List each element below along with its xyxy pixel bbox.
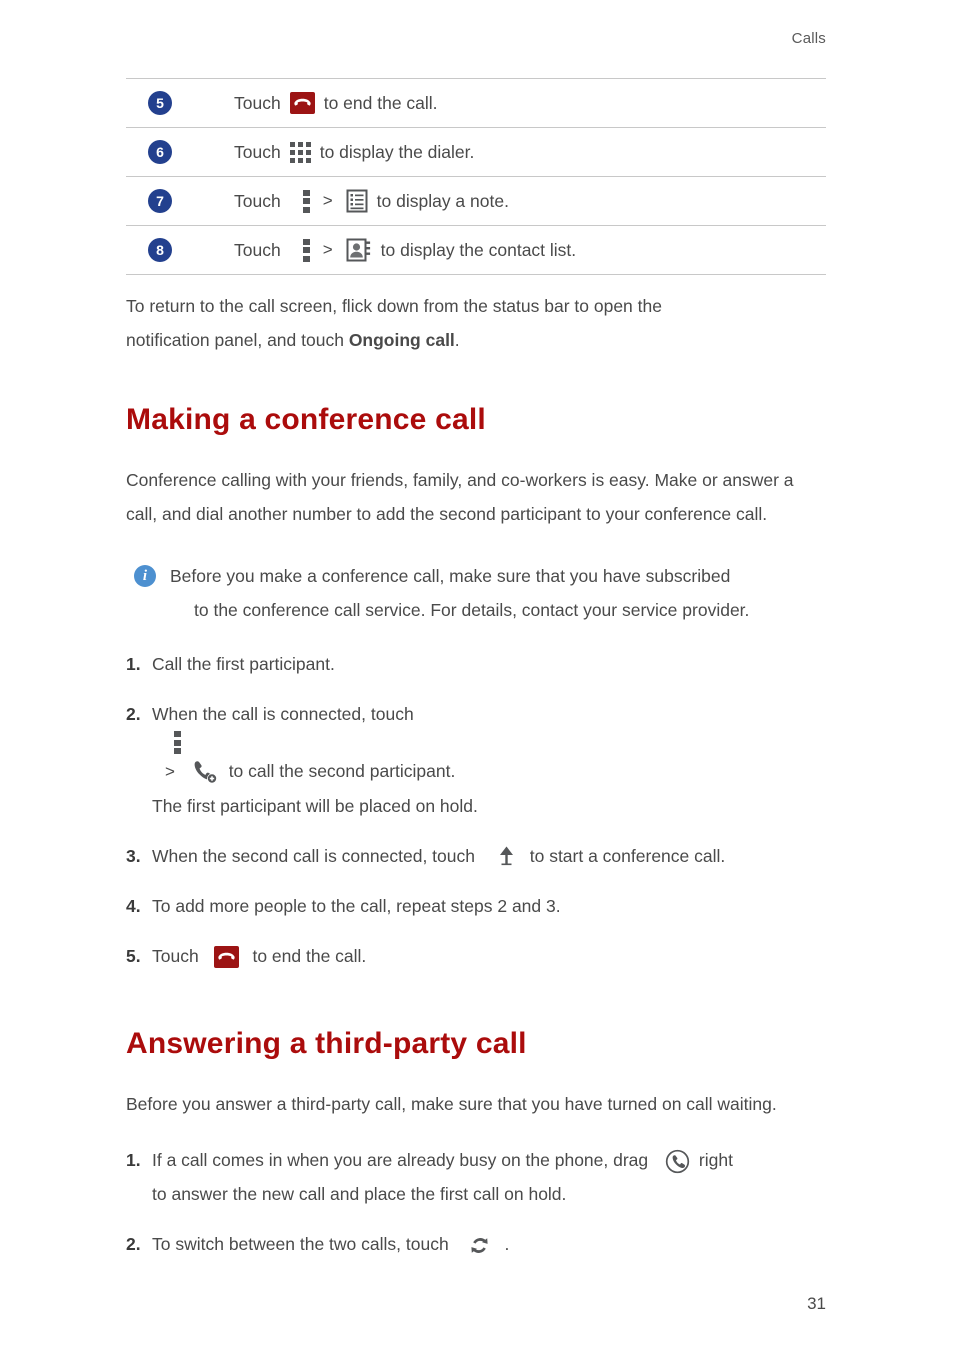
- step-badge: 8: [148, 238, 172, 262]
- step-body: To add more people to the call, repeat s…: [152, 896, 561, 916]
- touch-label: Touch: [234, 190, 281, 211]
- step-separator: >: [322, 191, 333, 210]
- step-text-after: to display the contact list.: [380, 239, 577, 260]
- page-header-section: Calls: [791, 30, 826, 47]
- note-icon: [346, 189, 368, 213]
- step-marker: 4.: [126, 896, 141, 916]
- step-body: Touch to end the call.: [152, 939, 826, 973]
- step-text-before: Touch: [152, 946, 199, 966]
- step-text-before: When the call is connected, touch: [152, 704, 414, 724]
- list-item: 1. Call the first participant.: [126, 647, 826, 681]
- step-separator: >: [165, 762, 175, 781]
- step-badge: 5: [148, 91, 172, 115]
- numbered-steps-table: 5 Touch to end the call. 6 Touch to disp…: [126, 78, 826, 275]
- step-text-cell: Touch >: [234, 177, 826, 226]
- step-marker: 1.: [126, 1150, 141, 1170]
- end-call-icon: [213, 946, 239, 969]
- list-item: 1. If a call comes in when you are alrea…: [126, 1143, 826, 1211]
- step-text-before: When the second call is connected, touch: [152, 846, 475, 866]
- answer-call-icon: [665, 1149, 690, 1174]
- step-badge: 6: [148, 140, 172, 164]
- info-note-line-1: Before you make a conference call, make …: [170, 566, 731, 586]
- step-badge: 7: [148, 189, 172, 213]
- step-body: If a call comes in when you are already …: [152, 1143, 826, 1211]
- step-text-cell: Touch to display the dialer.: [234, 128, 826, 177]
- step-separator: >: [322, 240, 333, 259]
- list-item: 3. When the second call is connected, to…: [126, 839, 826, 873]
- step-line-2: to answer the new call and place the fir…: [152, 1184, 567, 1204]
- info-icon: i: [134, 565, 156, 587]
- step-marker: 2.: [126, 704, 141, 724]
- conference-paragraph: Conference calling with your friends, fa…: [126, 470, 794, 524]
- list-item: 2. To switch between the two calls, touc…: [126, 1227, 826, 1261]
- table-row: 5 Touch to end the call.: [126, 78, 826, 128]
- step-text-before: If a call comes in when you are already …: [152, 1150, 649, 1170]
- table-row: 6 Touch to display the dialer.: [126, 128, 826, 177]
- document-page: Calls 5 Touch to end the call. 6 Touch t…: [0, 0, 954, 1352]
- step-text-after: to start a conference call.: [529, 846, 726, 866]
- step-text-after: to call the second participant.: [228, 761, 456, 781]
- step-text-after: right: [698, 1150, 733, 1170]
- page-number: 31: [807, 1294, 826, 1313]
- third-party-paragraph: Before you answer a third-party call, ma…: [126, 1094, 777, 1114]
- step-number-cell: 7: [126, 177, 234, 226]
- page-content: 5 Touch to end the call. 6 Touch to disp…: [126, 78, 826, 1277]
- section-heading-conference: Making a conference call: [126, 403, 486, 436]
- table-row: 8 Touch > to display the contact list.: [126, 226, 826, 275]
- step-number-cell: 6: [126, 128, 234, 177]
- step-marker: 1.: [126, 654, 141, 674]
- intro-line-1: To return to the call screen, flick down…: [126, 296, 662, 316]
- overflow-menu-icon: [302, 189, 310, 213]
- overflow-menu-icon: [174, 731, 181, 754]
- list-item: 2. When the call is connected, touch > t…: [126, 697, 826, 823]
- step-number-cell: 8: [126, 226, 234, 275]
- dialer-grid-icon: [289, 141, 311, 163]
- step-text-after: to end the call.: [323, 92, 438, 113]
- intro-line-2-after: .: [454, 330, 460, 350]
- step-text-cell: Touch to end the call.: [234, 79, 826, 128]
- step-text-after: to end the call.: [252, 946, 367, 966]
- conference-steps-list: 1. Call the first participant. 2. When t…: [126, 647, 826, 973]
- step-text-after: to display the dialer.: [319, 141, 475, 162]
- step-text-after: to display a note.: [376, 190, 509, 211]
- step-body: When the second call is connected, touch…: [152, 839, 826, 873]
- info-note-text: Before you make a conference call, make …: [170, 559, 826, 627]
- step-line-2: The first participant will be placed on …: [152, 796, 478, 816]
- touch-label: Touch: [234, 141, 281, 162]
- intro-line-2-before: notification panel, and touch: [126, 330, 349, 350]
- step-text-before: To switch between the two calls, touch: [152, 1234, 449, 1254]
- intro-paragraph: To return to the call screen, flick down…: [126, 289, 826, 357]
- ongoing-call-bold: Ongoing call: [348, 330, 455, 350]
- step-text-after: .: [504, 1234, 510, 1254]
- table-row: 7 Touch > to display a note.: [126, 177, 826, 226]
- touch-label: Touch: [234, 92, 281, 113]
- merge-calls-icon: [496, 844, 517, 870]
- swap-calls-icon: [467, 1233, 492, 1258]
- info-note-block: i Before you make a conference call, mak…: [134, 559, 826, 627]
- contact-list-icon: [346, 238, 372, 262]
- add-call-icon: [193, 760, 218, 784]
- step-marker: 5.: [126, 946, 141, 966]
- overflow-menu-icon: [302, 238, 310, 262]
- list-item: 4. To add more people to the call, repea…: [126, 889, 826, 923]
- touch-label: Touch: [234, 239, 281, 260]
- step-number-cell: 5: [126, 79, 234, 128]
- step-body: To switch between the two calls, touch .: [152, 1227, 826, 1261]
- end-call-icon: [289, 92, 315, 114]
- step-body: Call the first participant.: [152, 654, 335, 674]
- step-body: When the call is connected, touch > to c…: [152, 697, 826, 823]
- info-note-line-2: to the conference call service. For deta…: [194, 600, 750, 620]
- step-text-cell: Touch >: [234, 226, 826, 275]
- section-heading-third-party: Answering a third-party call: [126, 1027, 527, 1060]
- step-marker: 2.: [126, 1234, 141, 1254]
- third-party-steps-list: 1. If a call comes in when you are alrea…: [126, 1143, 826, 1261]
- list-item: 5. Touch to end the call.: [126, 939, 826, 973]
- step-marker: 3.: [126, 846, 141, 866]
